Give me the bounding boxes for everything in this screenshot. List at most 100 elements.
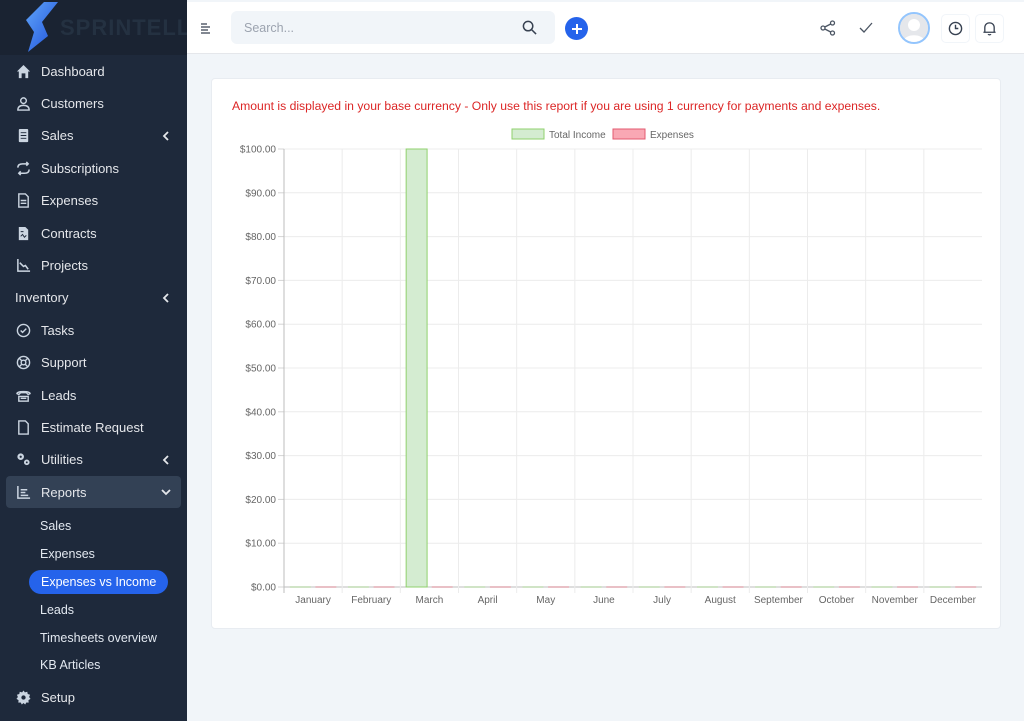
check-circle-icon (15, 322, 31, 338)
chevron-left-icon (162, 131, 169, 141)
sidebar-item-sales[interactable]: Sales (0, 120, 187, 152)
chart-line-icon (15, 258, 31, 274)
bell-icon (983, 22, 996, 36)
legend-label-expenses[interactable]: Expenses (650, 130, 694, 141)
submenu-item-label: Sales (40, 519, 72, 534)
user-icon (15, 96, 31, 112)
share-button[interactable] (819, 19, 837, 37)
submenu-item-expenses[interactable]: Expenses (0, 540, 187, 568)
legend-swatch-expenses[interactable] (612, 128, 646, 140)
brand-logo[interactable]: SPRINTELL (0, 0, 187, 55)
chevron-down-icon (161, 489, 171, 496)
top-header (187, 0, 1024, 54)
submenu-item-timesheets-overview[interactable]: Timesheets overview (0, 624, 187, 652)
logo-mark-icon (26, 2, 58, 52)
x-tick-label: November (872, 595, 919, 606)
sidebar-item-estimate-request[interactable]: Estimate Request (0, 411, 187, 443)
cogs-icon (15, 452, 31, 468)
chart-legend: Total Income Expenses (511, 128, 694, 141)
x-tick-label: September (754, 595, 804, 606)
chart-svg: Total Income Expenses $0.00 $10.00 $20.00 $… (240, 128, 982, 606)
check-icon (859, 22, 873, 33)
sidebar-item-utilities[interactable]: Utilities (0, 444, 187, 476)
timesheet-button[interactable] (941, 14, 970, 43)
search-input[interactable] (231, 20, 501, 35)
submenu-item-label: Expenses (40, 547, 95, 562)
x-tick-label: January (295, 595, 331, 606)
brand-name: SPRINTELL (60, 15, 187, 40)
submenu-item-expenses-vs-income[interactable]: Expenses vs Income (0, 568, 187, 596)
menu-toggle-icon[interactable] (200, 22, 212, 34)
submenu-item-label: Leads (40, 602, 75, 617)
y-tick-label: $40.00 (245, 407, 276, 418)
submenu-item-label: Expenses vs Income (29, 569, 169, 594)
document-icon (15, 193, 31, 209)
user-avatar[interactable] (898, 12, 930, 44)
submenu-item-leads[interactable]: Leads (0, 596, 187, 624)
expenses-vs-income-chart: Total Income Expenses $0.00 $10.00 $20.00 $… (212, 119, 1002, 619)
submenu-item-kb-articles[interactable]: KB Articles (0, 651, 187, 679)
sidebar-item-inventory[interactable]: Inventory (0, 282, 187, 314)
sidebar-item-contracts[interactable]: Contracts (0, 217, 187, 249)
sidebar-nav: Dashboard Customers Sales Subscriptions … (0, 55, 187, 509)
sidebar-item-support[interactable]: Support (0, 347, 187, 379)
sidebar-item-dashboard[interactable]: Dashboard (0, 55, 187, 87)
contract-icon (15, 225, 31, 241)
submenu-item-sales[interactable]: Sales (0, 512, 187, 540)
y-tick-label: $90.00 (245, 188, 276, 199)
submenu-item-label: Timesheets overview (40, 630, 157, 645)
x-tick-label: December (930, 595, 977, 606)
x-tick-label: May (536, 595, 555, 606)
y-tick-label: $20.00 (245, 495, 276, 506)
sidebar-item-label: Estimate Request (41, 419, 144, 435)
sidebar-item-label: Customers (41, 96, 104, 112)
refresh-icon (15, 160, 31, 176)
sidebar-item-projects[interactable]: Projects (0, 249, 187, 281)
share-icon (820, 20, 836, 36)
sidebar-item-label: Support (41, 355, 87, 371)
notifications-button[interactable] (975, 14, 1004, 43)
y-tick-label: $70.00 (245, 276, 276, 287)
sidebar-item-tasks[interactable]: Tasks (0, 314, 187, 346)
chart-grid (284, 148, 982, 593)
sidebar-item-label: Sales (41, 128, 74, 144)
sidebar-item-label: Projects (41, 258, 88, 274)
plus-icon (571, 23, 582, 34)
y-tick-label: $60.00 (245, 320, 276, 331)
sidebar-item-label: Contracts (41, 225, 97, 241)
sidebar: SPRINTELL Dashboard Customers Sales Subs… (0, 0, 187, 721)
x-tick-label: July (653, 595, 671, 606)
sidebar-item-expenses[interactable]: Expenses (0, 185, 187, 217)
y-tick-label: $50.00 (245, 364, 276, 375)
search-icon[interactable] (522, 20, 537, 35)
sidebar-item-subscriptions[interactable]: Subscriptions (0, 152, 187, 184)
quick-add-button[interactable] (565, 17, 588, 40)
report-card: Amount is displayed in your base currenc… (211, 78, 1001, 629)
sidebar-item-reports[interactable]: Reports (6, 476, 181, 509)
y-tick-label: $10.00 (245, 539, 276, 550)
phone-icon (15, 387, 31, 403)
y-tick-label: $30.00 (245, 451, 276, 462)
home-icon (15, 63, 31, 79)
sidebar-item-label: Inventory (15, 290, 69, 306)
sidebar-item-label: Leads (41, 387, 77, 403)
lifebuoy-icon (15, 355, 31, 371)
x-tick-label: August (705, 595, 736, 606)
sidebar-item-label: Dashboard (41, 63, 105, 79)
file-icon (15, 419, 31, 435)
sidebar-item-setup[interactable]: Setup (0, 681, 187, 713)
x-tick-label: April (478, 595, 498, 606)
sidebar-item-customers[interactable]: Customers (0, 87, 187, 119)
legend-label-total-income[interactable]: Total Income (549, 130, 606, 141)
y-tick-label: $80.00 (245, 232, 276, 243)
legend-swatch-total-income[interactable] (511, 128, 545, 140)
y-tick-label: $0.00 (251, 583, 276, 594)
todo-button[interactable] (857, 19, 875, 37)
search-bar (231, 11, 555, 44)
avatar-placeholder-icon (900, 14, 928, 42)
sidebar-item-leads[interactable]: Leads (0, 379, 187, 411)
sidebar-item-label: Tasks (41, 322, 75, 338)
bar-total-income-march[interactable] (405, 148, 428, 588)
receipt-icon (15, 128, 31, 144)
chevron-left-icon (162, 455, 169, 465)
